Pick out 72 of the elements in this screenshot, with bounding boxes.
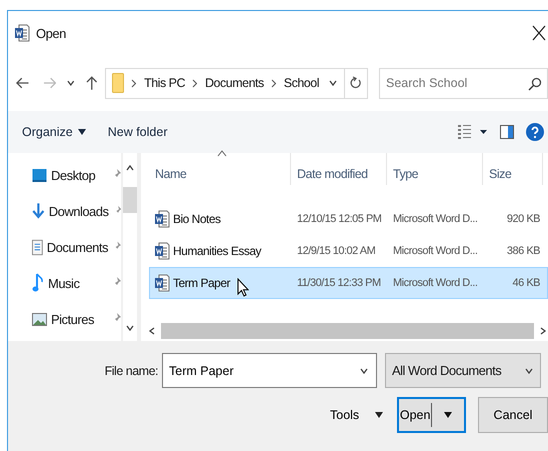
window-title: Open — [36, 26, 67, 40]
sidebar-item[interactable]: Documents — [46, 240, 108, 254]
new-folder-button[interactable]: New folder — [108, 125, 168, 139]
dropdown-icon[interactable] — [359, 366, 369, 376]
breadcrumb[interactable]: School — [284, 76, 319, 90]
file-row[interactable]: Humanities Essay 12/9/15 10:02 AM Microsoft Word D... 386 KB — [149, 235, 548, 267]
recent-dropdown-icon[interactable] — [66, 78, 76, 88]
folder-icon — [112, 73, 124, 93]
word-app-icon — [14, 24, 30, 42]
breadcrumb[interactable]: Documents — [205, 76, 264, 90]
breadcrumb[interactable]: This PC — [144, 76, 186, 90]
table-cell-text: 46 KB — [512, 276, 541, 291]
file-row[interactable]: Bio Notes 12/10/15 12:05 PM Microsoft Word D... 920 KB — [149, 203, 548, 235]
view-options-icon[interactable] — [458, 125, 488, 139]
table-cell-text: 11/30/15 12:33 PM — [296, 276, 382, 291]
up-arrow-icon[interactable] — [86, 76, 98, 90]
scroll-right-icon[interactable] — [538, 326, 548, 336]
organize-button[interactable]: Organize — [22, 125, 86, 139]
file-name: Bio Notes — [173, 211, 221, 227]
sidebar-item[interactable]: Desktop — [51, 168, 107, 182]
address-dropdown-icon[interactable] — [328, 78, 338, 88]
file-name: Term Paper — [173, 275, 230, 291]
sidebar-item[interactable]: Downloads — [48, 204, 109, 218]
back-arrow-icon[interactable] — [16, 77, 30, 89]
horizontal-scrollbar-thumb[interactable] — [161, 323, 534, 339]
sidebar-item[interactable]: Music — [48, 276, 107, 290]
file-name-label: File name: — [104, 364, 159, 378]
help-icon[interactable] — [526, 123, 544, 141]
breadcrumb-chevron-icon — [192, 78, 198, 88]
table-cell-text: 386 KB — [506, 244, 541, 259]
music-note-icon — [32, 273, 44, 293]
mouse-pointer-icon — [237, 278, 249, 297]
refresh-icon[interactable] — [350, 76, 362, 90]
table-cell-text: 920 KB — [506, 212, 541, 227]
table-cell-text: 12/10/15 12:05 PM — [296, 212, 382, 227]
document-icon — [32, 238, 43, 256]
tools-button[interactable]: Tools — [330, 408, 384, 422]
breadcrumb-chevron-icon — [131, 78, 138, 88]
scroll-up-icon[interactable] — [125, 163, 135, 173]
table-cell-text: 12/9/15 10:02 AM — [296, 244, 376, 259]
search-icon[interactable] — [528, 76, 542, 90]
column-header[interactable]: Type — [387, 153, 483, 185]
address-bar[interactable]: This PC Documents School — [105, 68, 368, 98]
file-name: Humanities Essay — [173, 243, 262, 259]
down-arrow-icon — [32, 202, 45, 220]
caret-icon[interactable] — [444, 412, 452, 418]
cancel-button[interactable]: Cancel — [478, 397, 548, 433]
word-document-icon — [154, 274, 170, 292]
table-cell-text: Microsoft Word D... — [392, 276, 478, 291]
caret-icon — [78, 129, 86, 135]
file-row[interactable]: Term Paper 11/30/15 12:33 PM Microsoft Word D... 46 KB — [149, 267, 548, 299]
scroll-left-icon[interactable] — [147, 326, 157, 336]
column-header[interactable]: Date modified — [291, 153, 387, 185]
close-icon[interactable] — [532, 25, 548, 41]
table-cell-text: Microsoft Word D... — [392, 212, 478, 227]
file-type-dropdown[interactable]: All Word Documents — [385, 353, 541, 388]
word-document-icon — [154, 242, 170, 260]
open-button[interactable]: Open — [397, 397, 466, 433]
caret-icon — [375, 412, 384, 418]
landscape-picture-icon — [32, 312, 47, 326]
scrollbar-thumb[interactable] — [123, 187, 137, 213]
desktop-icon — [32, 168, 47, 182]
file-name-field[interactable]: Term Paper — [162, 353, 377, 388]
search-field[interactable]: Search School — [379, 68, 548, 98]
scroll-down-icon[interactable] — [125, 323, 135, 333]
column-header[interactable]: Name — [149, 153, 291, 185]
word-document-icon — [154, 210, 170, 228]
column-header[interactable]: Size — [483, 153, 543, 185]
preview-pane-icon[interactable] — [500, 125, 514, 139]
table-cell-text: Microsoft Word D... — [392, 244, 478, 259]
breadcrumb-chevron-icon — [270, 78, 277, 88]
sidebar-item[interactable]: Pictures — [51, 312, 107, 326]
